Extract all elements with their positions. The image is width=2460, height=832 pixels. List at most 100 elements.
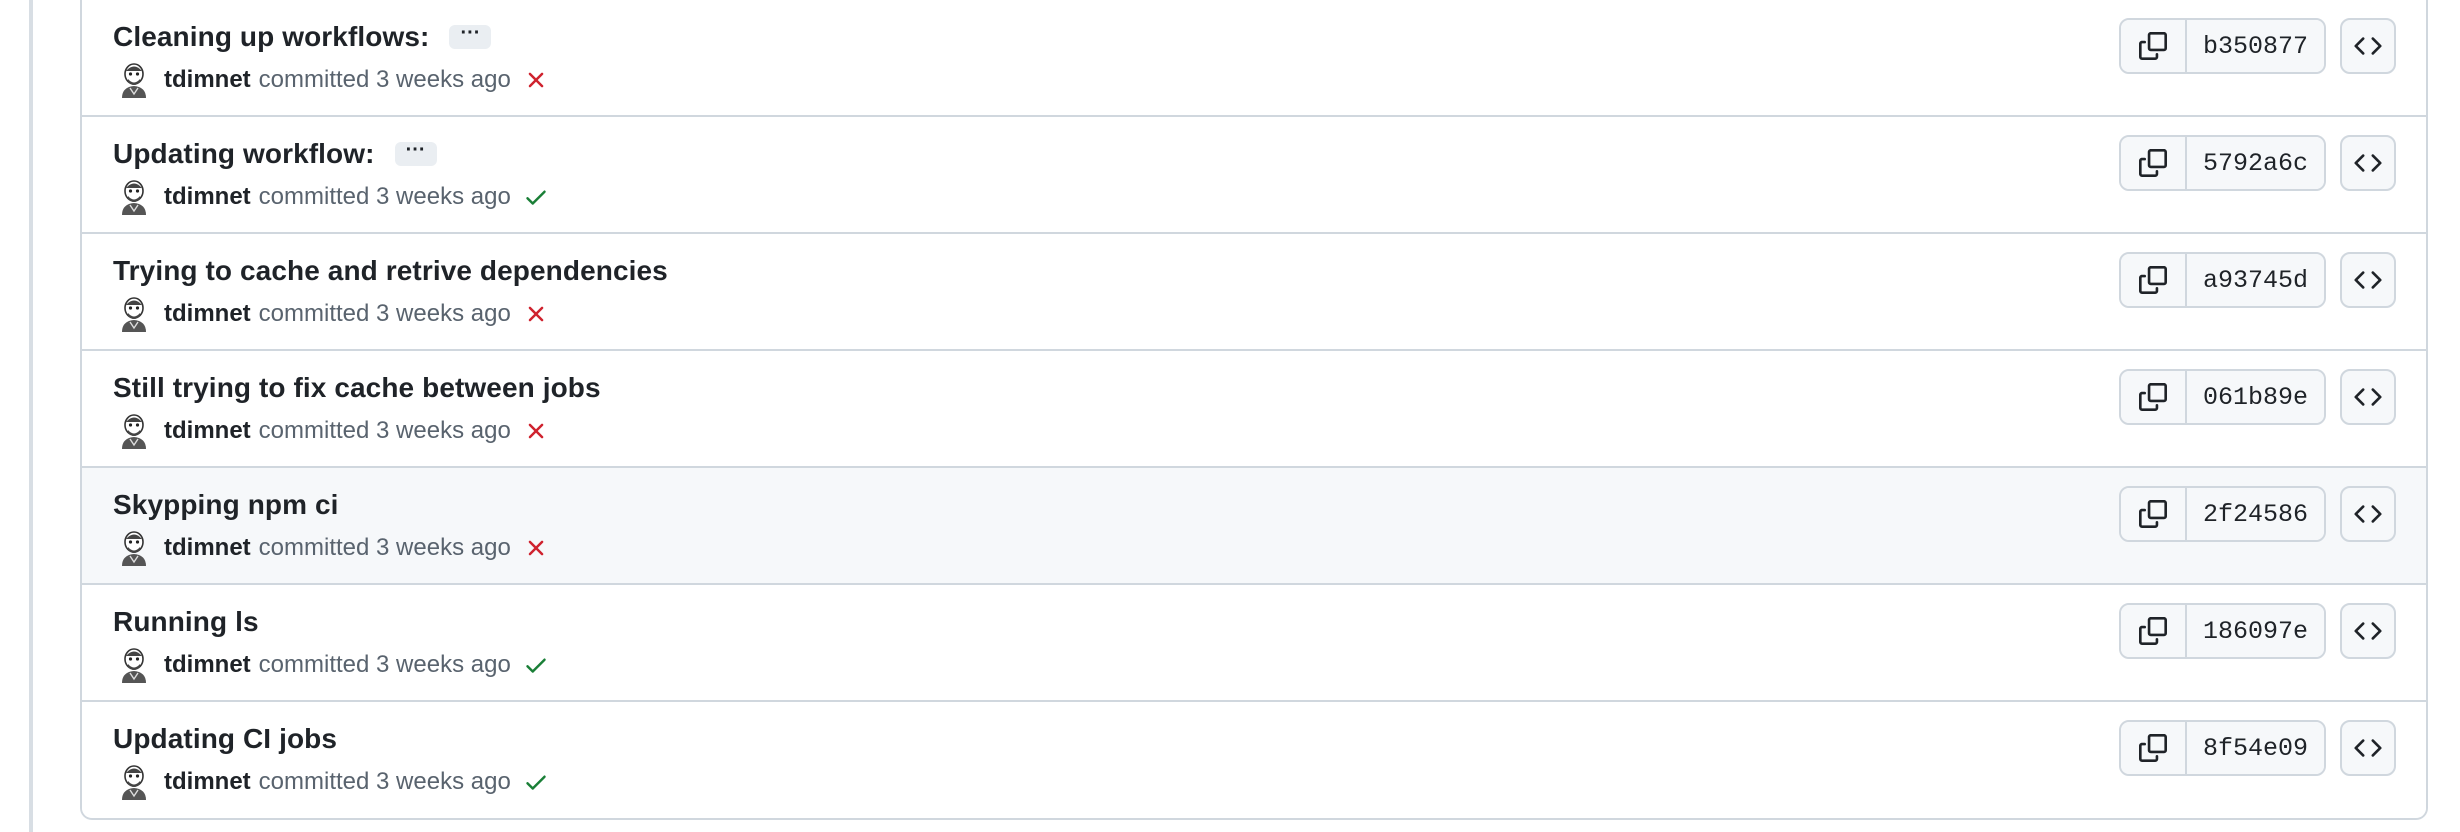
code-icon [2354,388,2382,406]
commit-meta: tdimnet committed 3 weeks ago [118,179,549,215]
commit-actions: 8f54e09 [2118,720,2396,776]
sha-group: 186097e [2118,603,2326,659]
copy-sha-button[interactable] [2120,722,2187,774]
sha-group: 061b89e [2118,369,2326,425]
commit-message-line: Updating workflow: ··· [113,137,437,171]
browse-repo-button[interactable] [2340,135,2396,191]
code-icon [2354,622,2382,640]
avatar[interactable] [118,179,150,215]
avatar[interactable] [118,647,150,683]
commit-time: committed 3 weeks ago [258,66,511,93]
timeline-line [29,0,33,832]
commit-sha-link[interactable]: a93745d [2186,254,2324,306]
commit-sha-link[interactable]: 2f24586 [2186,488,2324,540]
x-icon[interactable] [523,301,549,327]
commit-sha-link[interactable]: 8f54e09 [2186,722,2324,774]
copy-sha-button[interactable] [2120,254,2187,306]
code-icon [2354,739,2382,757]
commit-meta: tdimnet committed 3 weeks ago [118,647,549,683]
commit-sha-link[interactable]: 186097e [2186,605,2324,657]
check-icon[interactable] [523,769,549,795]
commit-title[interactable]: Updating workflow: [113,138,375,170]
commit-time: committed 3 weeks ago [258,768,511,795]
commit-sha-link[interactable]: b350877 [2186,20,2324,72]
expand-description-button[interactable]: ··· [449,23,492,49]
expand-description-button[interactable]: ··· [394,140,437,166]
avatar[interactable] [118,62,150,98]
commit-title[interactable]: Cleaning up workflows: [113,21,429,53]
check-icon[interactable] [523,184,549,210]
copy-sha-button[interactable] [2120,488,2187,540]
commit-row: Updating workflow: ··· tdimnet committed… [82,117,2426,234]
commit-meta: tdimnet committed 3 weeks ago [118,296,549,332]
commit-sha-link[interactable]: 061b89e [2186,371,2324,423]
commit-author[interactable]: tdimnet [164,651,251,679]
x-icon[interactable] [523,67,549,93]
check-icon[interactable] [523,652,549,678]
sha-group: a93745d [2118,252,2326,308]
commit-list: Cleaning up workflows: ··· tdimnet commi… [80,0,2428,820]
sha-group: 5792a6c [2118,135,2326,191]
commit-sha-link[interactable]: 5792a6c [2186,137,2324,189]
commit-message-line: Trying to cache and retrive dependencies [113,254,668,288]
commit-title[interactable]: Skypping npm ci [113,489,339,521]
copy-sha-button[interactable] [2120,371,2187,423]
avatar[interactable] [118,413,150,449]
browse-repo-button[interactable] [2340,369,2396,425]
commit-title[interactable]: Still trying to fix cache between jobs [113,372,601,404]
avatar[interactable] [118,530,150,566]
avatar[interactable] [118,296,150,332]
avatar[interactable] [118,764,150,800]
commit-author[interactable]: tdimnet [164,768,251,796]
commit-time: committed 3 weeks ago [258,534,511,561]
commit-message-line: Updating CI jobs [113,722,337,756]
commit-actions: 061b89e [2118,369,2396,425]
commit-title[interactable]: Running ls [113,606,259,638]
browse-repo-button[interactable] [2340,486,2396,542]
commit-author[interactable]: tdimnet [164,183,251,211]
commit-actions: 5792a6c [2118,135,2396,191]
sha-group: 8f54e09 [2118,720,2326,776]
copy-icon [2138,734,2167,762]
commit-meta: tdimnet committed 3 weeks ago [118,413,549,449]
x-icon[interactable] [523,418,549,444]
commit-author[interactable]: tdimnet [164,417,251,445]
commit-title[interactable]: Updating CI jobs [113,723,337,755]
commit-row: Still trying to fix cache between jobs t… [82,351,2426,468]
commit-author[interactable]: tdimnet [164,534,251,562]
commit-meta: tdimnet committed 3 weeks ago [118,62,549,98]
copy-sha-button[interactable] [2120,605,2187,657]
browse-repo-button[interactable] [2340,252,2396,308]
copy-icon [2138,383,2167,411]
commit-actions: a93745d [2118,252,2396,308]
commit-time: committed 3 weeks ago [258,300,511,327]
browse-repo-button[interactable] [2340,18,2396,74]
browse-repo-button[interactable] [2340,603,2396,659]
x-icon[interactable] [523,535,549,561]
commit-meta: tdimnet committed 3 weeks ago [118,764,549,800]
commit-actions: 186097e [2118,603,2396,659]
commit-row: Trying to cache and retrive dependencies… [82,234,2426,351]
copy-icon [2138,149,2167,177]
sha-group: 2f24586 [2118,486,2326,542]
commit-time: committed 3 weeks ago [258,417,511,444]
commit-row: Running ls tdimnet committed 3 weeks ago [82,585,2426,702]
commit-title[interactable]: Trying to cache and retrive dependencies [113,255,668,287]
browse-repo-button[interactable] [2340,720,2396,776]
commit-message-line: Running ls [113,605,259,639]
commit-author[interactable]: tdimnet [164,300,251,328]
commit-row: Updating CI jobs tdimnet committed 3 wee… [82,702,2426,817]
commit-time: committed 3 weeks ago [258,651,511,678]
copy-sha-button[interactable] [2120,137,2187,189]
commit-message-line: Cleaning up workflows: ··· [113,20,492,54]
commit-message-line: Skypping npm ci [113,488,339,522]
copy-sha-button[interactable] [2120,20,2187,72]
sha-group: b350877 [2118,18,2326,74]
commit-actions: 2f24586 [2118,486,2396,542]
code-icon [2354,154,2382,172]
code-icon [2354,37,2382,55]
copy-icon [2138,500,2167,528]
commit-author[interactable]: tdimnet [164,66,251,94]
commit-actions: b350877 [2118,18,2396,74]
commit-meta: tdimnet committed 3 weeks ago [118,530,549,566]
